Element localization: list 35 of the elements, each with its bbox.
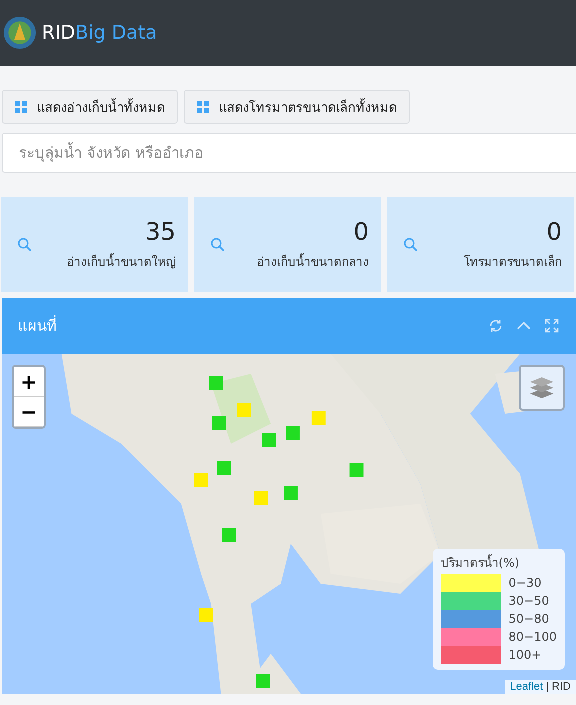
refresh-icon[interactable] [488,318,504,334]
attribution-separator: | [546,681,550,693]
show-all-button[interactable]: แสดงโทรมาตรขนาดเล็กทั้งหมด [184,90,410,124]
legend-label: 50−80 [508,612,550,626]
brand-name: RID [42,22,76,44]
grid-icon [197,101,209,113]
stat-count: 0 [546,218,562,246]
show-all-button[interactable]: แสดงอ่างเก็บน้ำทั้งหมด [2,90,178,124]
legend-label: 30−50 [508,594,550,608]
emblem-logo [3,16,37,50]
panel-title: แผนที่ [18,314,57,337]
stat-card[interactable]: 0 อ่างเก็บน้ำขนาดกลาง [194,197,381,292]
brand-name: Big Data [75,22,158,44]
stat-count: 35 [145,218,176,246]
legend-label: 0−30 [508,576,542,590]
zoom-out-button[interactable]: − [14,397,44,427]
expand-icon[interactable] [544,318,560,334]
search-icon [17,236,33,252]
attribution-text: RID [552,681,571,693]
legend-label: 100+ [508,648,542,662]
search-field[interactable]: ระบุลุ่มน้ำ จังหวัด หรืออำเภอ [2,133,576,173]
search-icon [403,236,419,252]
search-icon [210,236,226,252]
stat-card[interactable]: 0 โทรมาตรขนาดเล็ก [387,197,574,292]
stat-label: อ่างเก็บน้ำขนาดกลาง [257,252,369,271]
stat-label: อ่างเก็บน้ำขนาดใหญ่ [67,252,176,271]
grid-icon [15,101,27,113]
stat-label: โทรมาตรขนาดเล็ก [464,254,562,271]
leaflet-link[interactable]: Leaflet [510,681,544,693]
zoom-in-button[interactable]: + [14,367,44,397]
legend-label: 80−100 [508,630,557,644]
stat-card[interactable]: 35 อ่างเก็บน้ำขนาดใหญ่ [1,197,188,292]
layers-button[interactable] [519,365,565,411]
stat-count: 0 [354,218,369,246]
legend-title: ปริมาตรน้ำ(%) [440,553,521,572]
